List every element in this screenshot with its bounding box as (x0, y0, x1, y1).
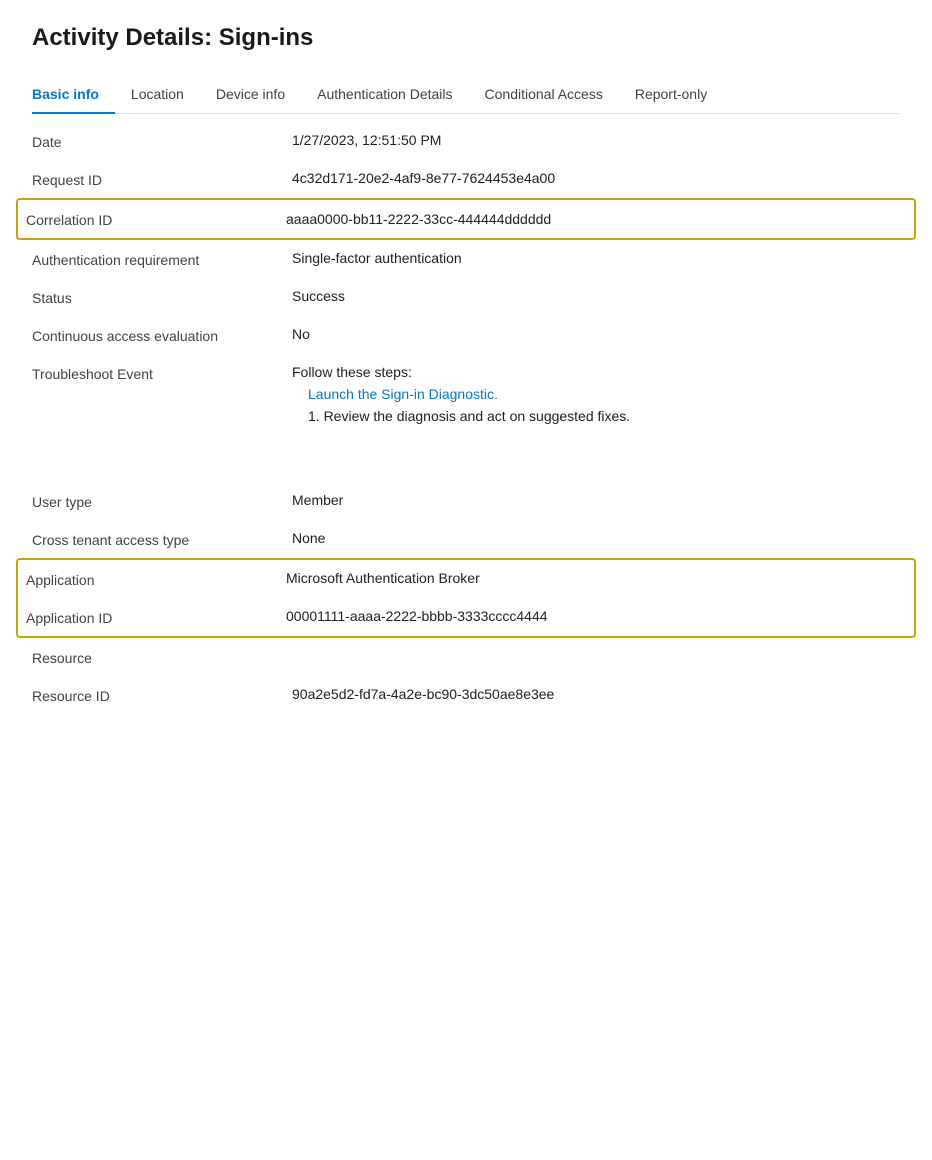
application-value: Microsoft Authentication Broker (286, 570, 906, 586)
troubleshoot-value: Follow these steps: Launch the Sign-in D… (292, 364, 900, 424)
correlation-id-row: Correlation ID aaaa0000-bb11-2222-33cc-4… (16, 198, 916, 240)
continuous-access-label: Continuous access evaluation (32, 326, 292, 344)
cross-tenant-value: None (292, 530, 900, 546)
tab-device-info[interactable]: Device info (200, 76, 301, 114)
user-type-row: User type Member (32, 482, 900, 520)
application-id-label: Application ID (26, 608, 286, 626)
resource-id-value: 90a2e5d2-fd7a-4a2e-bc90-3dc50ae8e3ee (292, 686, 900, 702)
resource-id-row: Resource ID 90a2e5d2-fd7a-4a2e-bc90-3dc5… (32, 676, 900, 714)
resource-row: Resource (32, 638, 900, 676)
date-row: Date 1/27/2023, 12:51:50 PM (32, 122, 900, 160)
request-id-value: 4c32d171-20e2-4af9-8e77-7624453e4a00 (292, 170, 900, 186)
tabs-bar: Basic info Location Device info Authenti… (32, 76, 900, 114)
request-id-label: Request ID (32, 170, 292, 188)
tab-authentication-details[interactable]: Authentication Details (301, 76, 468, 114)
cross-tenant-label: Cross tenant access type (32, 530, 292, 548)
application-id-row: Application ID 00001111-aaaa-2222-bbbb-3… (26, 598, 906, 636)
cross-tenant-row: Cross tenant access type None (32, 520, 900, 558)
tab-basic-info[interactable]: Basic info (32, 76, 115, 114)
tab-location[interactable]: Location (115, 76, 200, 114)
tab-conditional-access[interactable]: Conditional Access (469, 76, 619, 114)
troubleshoot-prefix: Follow these steps: (292, 364, 900, 380)
application-group: Application Microsoft Authentication Bro… (16, 558, 916, 638)
resource-id-label: Resource ID (32, 686, 292, 704)
user-type-value: Member (292, 492, 900, 508)
troubleshoot-row: Troubleshoot Event Follow these steps: L… (32, 354, 900, 434)
status-row: Status Success (32, 278, 900, 316)
auth-req-label: Authentication requirement (32, 250, 292, 268)
status-label: Status (32, 288, 292, 306)
basic-info-content: Date 1/27/2023, 12:51:50 PM Request ID 4… (32, 114, 900, 714)
application-label: Application (26, 570, 286, 588)
date-label: Date (32, 132, 292, 150)
continuous-access-value: No (292, 326, 900, 342)
user-type-label: User type (32, 492, 292, 510)
auth-req-value: Single-factor authentication (292, 250, 900, 266)
resource-label: Resource (32, 648, 292, 666)
troubleshoot-step: 1. Review the diagnosis and act on sugge… (292, 408, 900, 424)
status-value: Success (292, 288, 900, 304)
application-row: Application Microsoft Authentication Bro… (26, 560, 906, 598)
troubleshoot-link[interactable]: Launch the Sign-in Diagnostic. (292, 386, 900, 402)
correlation-id-value: aaaa0000-bb11-2222-33cc-444444dddddd (286, 211, 906, 227)
troubleshoot-label: Troubleshoot Event (32, 364, 292, 382)
page-title: Activity Details: Sign-ins (32, 24, 900, 52)
request-id-row: Request ID 4c32d171-20e2-4af9-8e77-76244… (32, 160, 900, 198)
auth-req-row: Authentication requirement Single-factor… (32, 240, 900, 278)
date-value: 1/27/2023, 12:51:50 PM (292, 132, 900, 148)
application-id-value: 00001111-aaaa-2222-bbbb-3333cccc4444 (286, 608, 906, 624)
continuous-access-row: Continuous access evaluation No (32, 316, 900, 354)
tab-report-only[interactable]: Report-only (619, 76, 723, 114)
correlation-id-label: Correlation ID (26, 210, 286, 228)
